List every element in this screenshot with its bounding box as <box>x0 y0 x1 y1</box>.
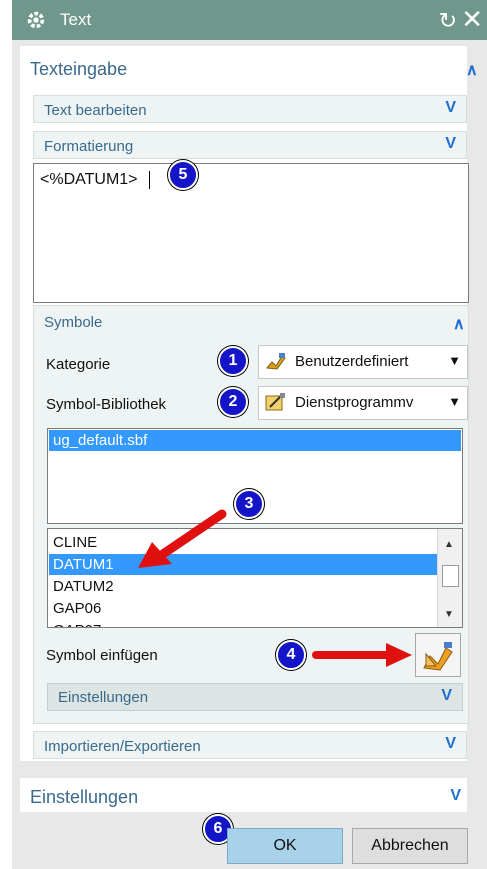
close-icon[interactable]: ✕ <box>461 4 483 34</box>
chevron-up-icon[interactable]: ∧ <box>466 60 478 80</box>
list-item[interactable]: ug_default.sbf <box>49 430 461 451</box>
section-text-bearbeiten-label: Text bearbeiten <box>44 102 147 119</box>
title-bar: Text ↻ ✕ <box>12 0 487 40</box>
chevron-down-icon: V <box>450 787 461 804</box>
section-formatierung-label: Formatierung <box>44 138 134 155</box>
text-editor-value: <%DATUM1> <box>40 171 138 188</box>
red-arrow-icon <box>312 643 412 667</box>
kategorie-value: Benutzerdefiniert <box>295 353 409 370</box>
chevron-down-icon: V <box>445 99 456 116</box>
list-item[interactable]: CLINE <box>49 532 438 553</box>
insert-symbol-button[interactable] <box>415 633 461 677</box>
scroll-down-icon[interactable]: ▼ <box>444 609 454 620</box>
chevron-down-icon: ▼ <box>448 394 461 409</box>
red-arrow-icon <box>138 509 227 568</box>
scroll-thumb[interactable] <box>442 565 459 587</box>
bibliothek-label: Symbol-Bibliothek <box>46 396 167 413</box>
callout-badge-3: 3 <box>234 489 264 519</box>
gear-icon <box>27 11 45 29</box>
callout-badge-5: 5 <box>168 160 198 190</box>
chevron-down-icon: V <box>445 135 456 152</box>
bibliothek-select[interactable]: Dienstprogrammv ▼ <box>258 386 468 420</box>
section-text-bearbeiten[interactable]: Text bearbeiten V <box>33 95 467 123</box>
bibliothek-value: Dienstprogrammv <box>295 394 414 411</box>
chevron-down-icon: ▼ <box>448 353 461 368</box>
reset-icon[interactable]: ↻ <box>439 8 457 34</box>
utility-library-icon <box>265 393 285 411</box>
insert-symbol-label: Symbol einfügen <box>46 647 158 664</box>
einstellungen-section[interactable]: Einstellungen V <box>20 778 467 812</box>
text-editor[interactable]: <%DATUM1> <box>33 163 469 303</box>
symbol-list[interactable]: CLINE DATUM1 DATUM2 GAP06 GAP07 ▲ ▼ <box>47 528 463 628</box>
chevron-up-icon[interactable]: ∧ <box>453 314 465 334</box>
callout-badge-1: 1 <box>218 346 248 376</box>
ok-button[interactable]: OK <box>227 828 343 864</box>
chevron-down-icon: V <box>441 687 452 704</box>
section-formatierung[interactable]: Formatierung V <box>33 131 467 159</box>
insert-symbol-icon <box>423 642 453 671</box>
list-item[interactable]: DATUM2 <box>49 576 438 597</box>
section-importieren-label: Importieren/Exportieren <box>44 738 201 755</box>
list-item[interactable]: GAP07 <box>49 620 438 627</box>
scroll-up-icon[interactable]: ▲ <box>444 539 454 550</box>
callout-badge-2: 2 <box>218 387 248 417</box>
section-texteingabe[interactable]: Texteingabe <box>30 59 127 80</box>
section-einstellungen: Einstellungen <box>30 787 139 807</box>
kategorie-label: Kategorie <box>46 356 111 373</box>
symbol-settings-bar[interactable]: Einstellungen V <box>47 683 463 711</box>
list-item[interactable]: GAP06 <box>49 598 438 619</box>
kategorie-select[interactable]: Benutzerdefiniert ▼ <box>258 345 468 379</box>
section-importieren-exportieren[interactable]: Importieren/Exportieren V <box>33 731 467 759</box>
user-symbol-icon <box>266 353 286 370</box>
cancel-button[interactable]: Abbrechen <box>352 828 468 864</box>
callout-badge-4: 4 <box>276 640 306 670</box>
text-caret <box>149 171 150 189</box>
chevron-down-icon: V <box>445 735 456 752</box>
symbol-list-scrollbar[interactable]: ▲ ▼ <box>437 529 462 627</box>
section-symbole[interactable]: Symbole <box>44 314 102 331</box>
window-title: Text <box>60 10 92 29</box>
symbol-settings-label: Einstellungen <box>58 689 149 706</box>
list-item[interactable]: DATUM1 <box>49 554 438 575</box>
